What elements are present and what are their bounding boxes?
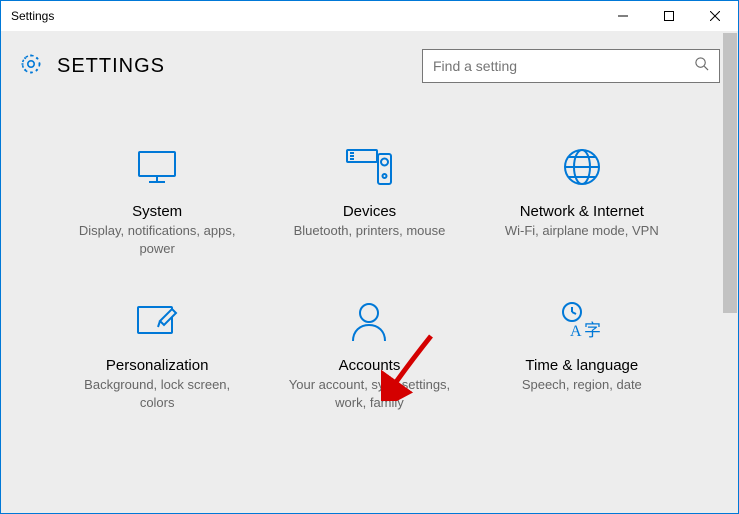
scrollbar[interactable]	[721, 31, 738, 513]
tile-network[interactable]: Network & Internet Wi-Fi, airplane mode,…	[476, 143, 688, 257]
page-title: SETTINGS	[57, 55, 165, 78]
tile-title: Accounts	[263, 357, 475, 374]
window-title: Settings	[11, 9, 54, 23]
tile-title: System	[51, 203, 263, 220]
maximize-button[interactable]	[646, 1, 692, 31]
content-area: SETTINGS System Display, notifications, …	[1, 31, 738, 513]
gear-icon	[19, 52, 43, 81]
search-box[interactable]	[422, 49, 720, 83]
tile-desc: Your account, sync settings, work, famil…	[284, 376, 454, 411]
titlebar: Settings	[1, 1, 738, 31]
tile-accounts[interactable]: Accounts Your account, sync settings, wo…	[263, 297, 475, 411]
tile-desc: Speech, region, date	[497, 376, 667, 394]
close-button[interactable]	[692, 1, 738, 31]
network-icon	[476, 143, 688, 191]
timelang-icon: A 字	[476, 297, 688, 345]
window-controls	[600, 1, 738, 31]
tile-personalization[interactable]: Personalization Background, lock screen,…	[51, 297, 263, 411]
settings-grid: System Display, notifications, apps, pow…	[1, 93, 738, 441]
system-icon	[51, 143, 263, 191]
scrollbar-thumb[interactable]	[723, 33, 737, 313]
tile-system[interactable]: System Display, notifications, apps, pow…	[51, 143, 263, 257]
tile-timelang[interactable]: A 字 Time & language Speech, region, date	[476, 297, 688, 411]
personalization-icon	[51, 297, 263, 345]
search-input[interactable]	[433, 58, 694, 74]
search-icon	[694, 56, 709, 76]
minimize-button[interactable]	[600, 1, 646, 31]
devices-icon	[263, 143, 475, 191]
svg-text:A: A	[570, 323, 582, 340]
tile-desc: Wi-Fi, airplane mode, VPN	[497, 222, 667, 240]
tile-desc: Background, lock screen, colors	[72, 376, 242, 411]
tile-devices[interactable]: Devices Bluetooth, printers, mouse	[263, 143, 475, 257]
accounts-icon	[263, 297, 475, 345]
tile-title: Personalization	[51, 357, 263, 374]
tile-desc: Bluetooth, printers, mouse	[284, 222, 454, 240]
svg-text:字: 字	[584, 321, 601, 340]
tile-title: Devices	[263, 203, 475, 220]
header: SETTINGS	[1, 31, 738, 93]
tile-title: Time & language	[476, 357, 688, 374]
tile-title: Network & Internet	[476, 203, 688, 220]
tile-desc: Display, notifications, apps, power	[72, 222, 242, 257]
